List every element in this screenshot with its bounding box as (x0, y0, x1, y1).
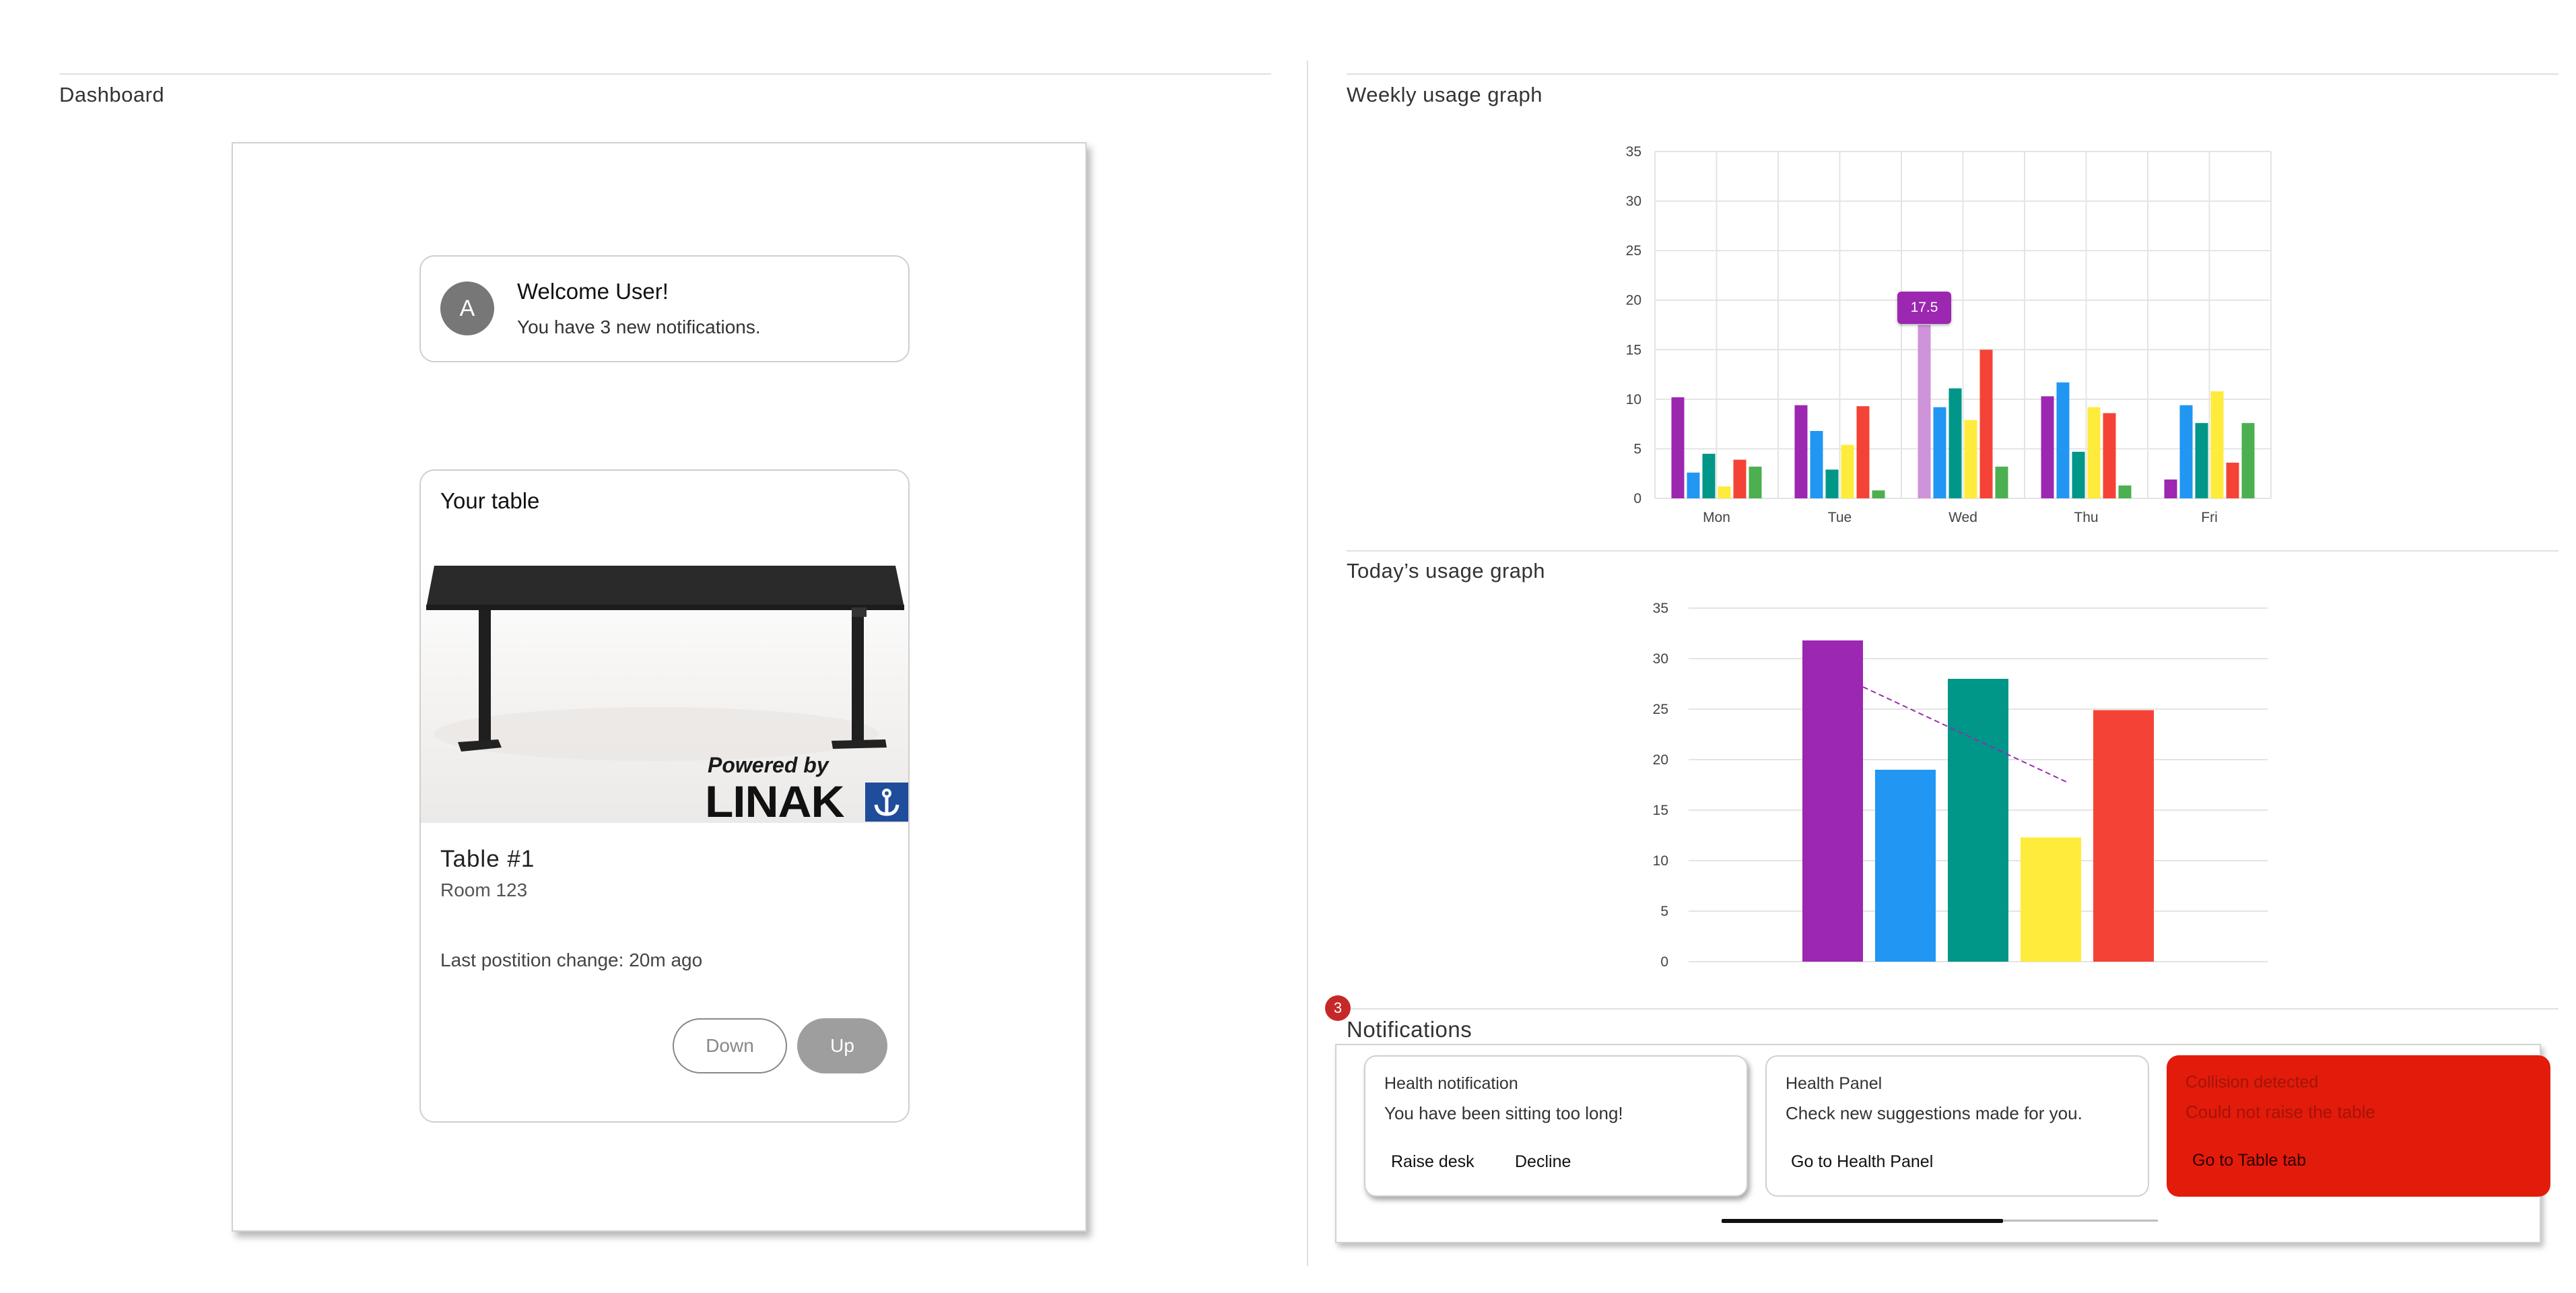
bar (2118, 485, 2132, 498)
y-tick-label: 5 (1660, 904, 1668, 919)
bar (2195, 423, 2208, 498)
table-card-title: Your table (440, 488, 540, 513)
y-tick-label: 5 (1633, 441, 1641, 457)
bar (2072, 451, 2085, 498)
notifications-title: Notifications (1347, 1017, 1472, 1042)
y-tick-label: 20 (1626, 293, 1641, 308)
bar (1794, 405, 1808, 498)
vertical-divider (1307, 61, 1308, 1266)
bar (2087, 407, 2101, 498)
bar (2093, 710, 2154, 962)
table-photo: Powered by LINAK (421, 566, 908, 823)
go-to-health-panel-button[interactable]: Go to Health Panel (1791, 1152, 1933, 1172)
notification-card-health-panel: Health Panel Check new suggestions made … (1765, 1055, 2149, 1197)
welcome-title: Welcome User! (517, 279, 669, 304)
y-tick-label: 20 (1653, 752, 1668, 768)
table-room: Room 123 (440, 880, 528, 900)
y-tick-label: 0 (1633, 491, 1641, 506)
bar (1687, 472, 1700, 498)
x-tick-label: Mon (1703, 510, 1730, 525)
down-button[interactable]: Down (673, 1018, 787, 1073)
up-button[interactable]: Up (797, 1018, 887, 1073)
bar (1872, 490, 1885, 498)
notification-title: Health notification (1384, 1074, 1518, 1093)
bar (1671, 397, 1685, 498)
bar (1948, 388, 1962, 498)
bar (1918, 325, 1931, 498)
y-tick-label: 10 (1626, 392, 1641, 407)
bar (1802, 640, 1863, 962)
bar (1718, 486, 1731, 498)
dashboard-divider (59, 73, 1271, 75)
bar (1948, 679, 2008, 962)
notification-message: You have been sitting too long! (1384, 1103, 1623, 1123)
y-tick-label: 35 (1626, 144, 1641, 160)
y-tick-label: 15 (1653, 803, 1668, 818)
weekly-usage-chart: 0 5 10 15 20 25 30 35 Mon Tue Wed Thu Fri (1626, 144, 2272, 525)
notifications-scroll-thumb[interactable] (1722, 1219, 2003, 1223)
x-tick-label: Wed (1948, 510, 1977, 525)
weekly-divider (1347, 73, 2558, 75)
notification-title: Health Panel (1786, 1074, 1883, 1093)
decline-button[interactable]: Decline (1515, 1152, 1571, 1172)
x-tick-label: Thu (2074, 510, 2098, 525)
y-tick-label: 10 (1653, 853, 1668, 869)
bar (1749, 466, 1762, 498)
notification-card-collision: Collision detected Could not raise the t… (2167, 1055, 2550, 1197)
x-tick-label: Tue (1828, 510, 1852, 525)
x-tick-label: Fri (2201, 510, 2218, 525)
bar (2241, 423, 2255, 498)
y-tick-label: 30 (1653, 651, 1668, 667)
notification-card-health: Health notification You have been sittin… (1364, 1055, 1748, 1197)
y-tick-label: 0 (1660, 954, 1668, 970)
bar (2103, 413, 2116, 498)
weekly-graph-title: Weekly usage graph (1347, 83, 1543, 106)
raise-desk-button[interactable]: Raise desk (1391, 1152, 1475, 1172)
linak-logo: LINAK (705, 776, 845, 823)
y-tick-label: 25 (1626, 243, 1641, 259)
go-to-table-tab-button[interactable]: Go to Table tab (2192, 1151, 2306, 1170)
bar (2164, 479, 2177, 498)
bar (1964, 420, 1977, 498)
y-tick-label: 25 (1653, 702, 1668, 717)
dashboard-title: Dashboard (59, 83, 165, 106)
weekly-chart-tooltip: 17.5 (1897, 291, 1951, 324)
bar (1856, 406, 1870, 498)
y-tick-label: 15 (1626, 342, 1641, 358)
notification-message: Could not raise the table (2185, 1102, 2375, 1122)
bar (1825, 469, 1839, 498)
table-name: Table #1 (440, 846, 535, 872)
y-tick-label: 35 (1653, 601, 1668, 616)
bar (2179, 405, 2193, 498)
last-position-change: Last postition change: 20m ago (440, 950, 703, 970)
avatar[interactable]: A (440, 281, 494, 335)
bar (1933, 407, 1946, 498)
bar (2041, 396, 2054, 498)
welcome-subtitle: You have 3 new notifications. (517, 317, 761, 337)
y-tick-label: 30 (1626, 194, 1641, 209)
notification-title: Collision detected (2185, 1073, 2319, 1092)
notifications-divider (1347, 1008, 2558, 1009)
bar (1733, 459, 1747, 498)
bar (1875, 770, 1936, 962)
bar (1702, 453, 1716, 498)
bar (1995, 466, 2008, 498)
bar (1810, 430, 1823, 498)
bar (2210, 391, 2224, 498)
today-usage-chart: 0 5 10 15 20 25 30 35 (1653, 601, 2268, 970)
bar (2056, 382, 2070, 498)
bar (2226, 463, 2239, 498)
bar (1841, 444, 1854, 498)
notification-message: Check new suggestions made for you. (1786, 1103, 2082, 1123)
linak-logo-icon (865, 783, 908, 822)
today-graph-title: Today’s usage graph (1347, 559, 1546, 583)
bar (1979, 350, 1993, 498)
brand-tagline: Powered by (708, 753, 829, 777)
bar (2021, 837, 2081, 962)
today-divider (1347, 550, 2558, 552)
